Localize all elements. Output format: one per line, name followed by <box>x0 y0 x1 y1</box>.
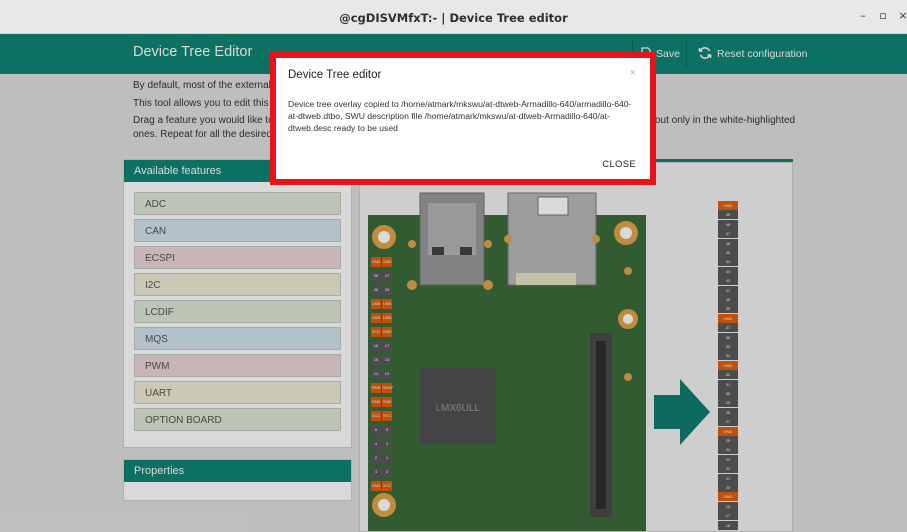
close-window-button[interactable]: × <box>896 9 907 23</box>
maximize-button[interactable]: ▫ <box>876 9 890 23</box>
device-tree-editor-dialog: Device Tree editor × Device tree overlay… <box>270 52 656 185</box>
dialog-close-icon[interactable]: × <box>630 67 636 79</box>
minimize-button[interactable]: – <box>856 9 870 23</box>
dialog-title: Device Tree editor <box>288 69 382 81</box>
dialog-message: Device tree overlay copied to /home/atma… <box>288 99 632 133</box>
window-titlebar: @cgDISVMfxT:- | Device Tree editor – ▫ × <box>0 0 907 34</box>
dialog-close-button[interactable]: CLOSE <box>598 155 640 174</box>
window-title: @cgDISVMfxT:- | Device Tree editor <box>339 11 568 25</box>
